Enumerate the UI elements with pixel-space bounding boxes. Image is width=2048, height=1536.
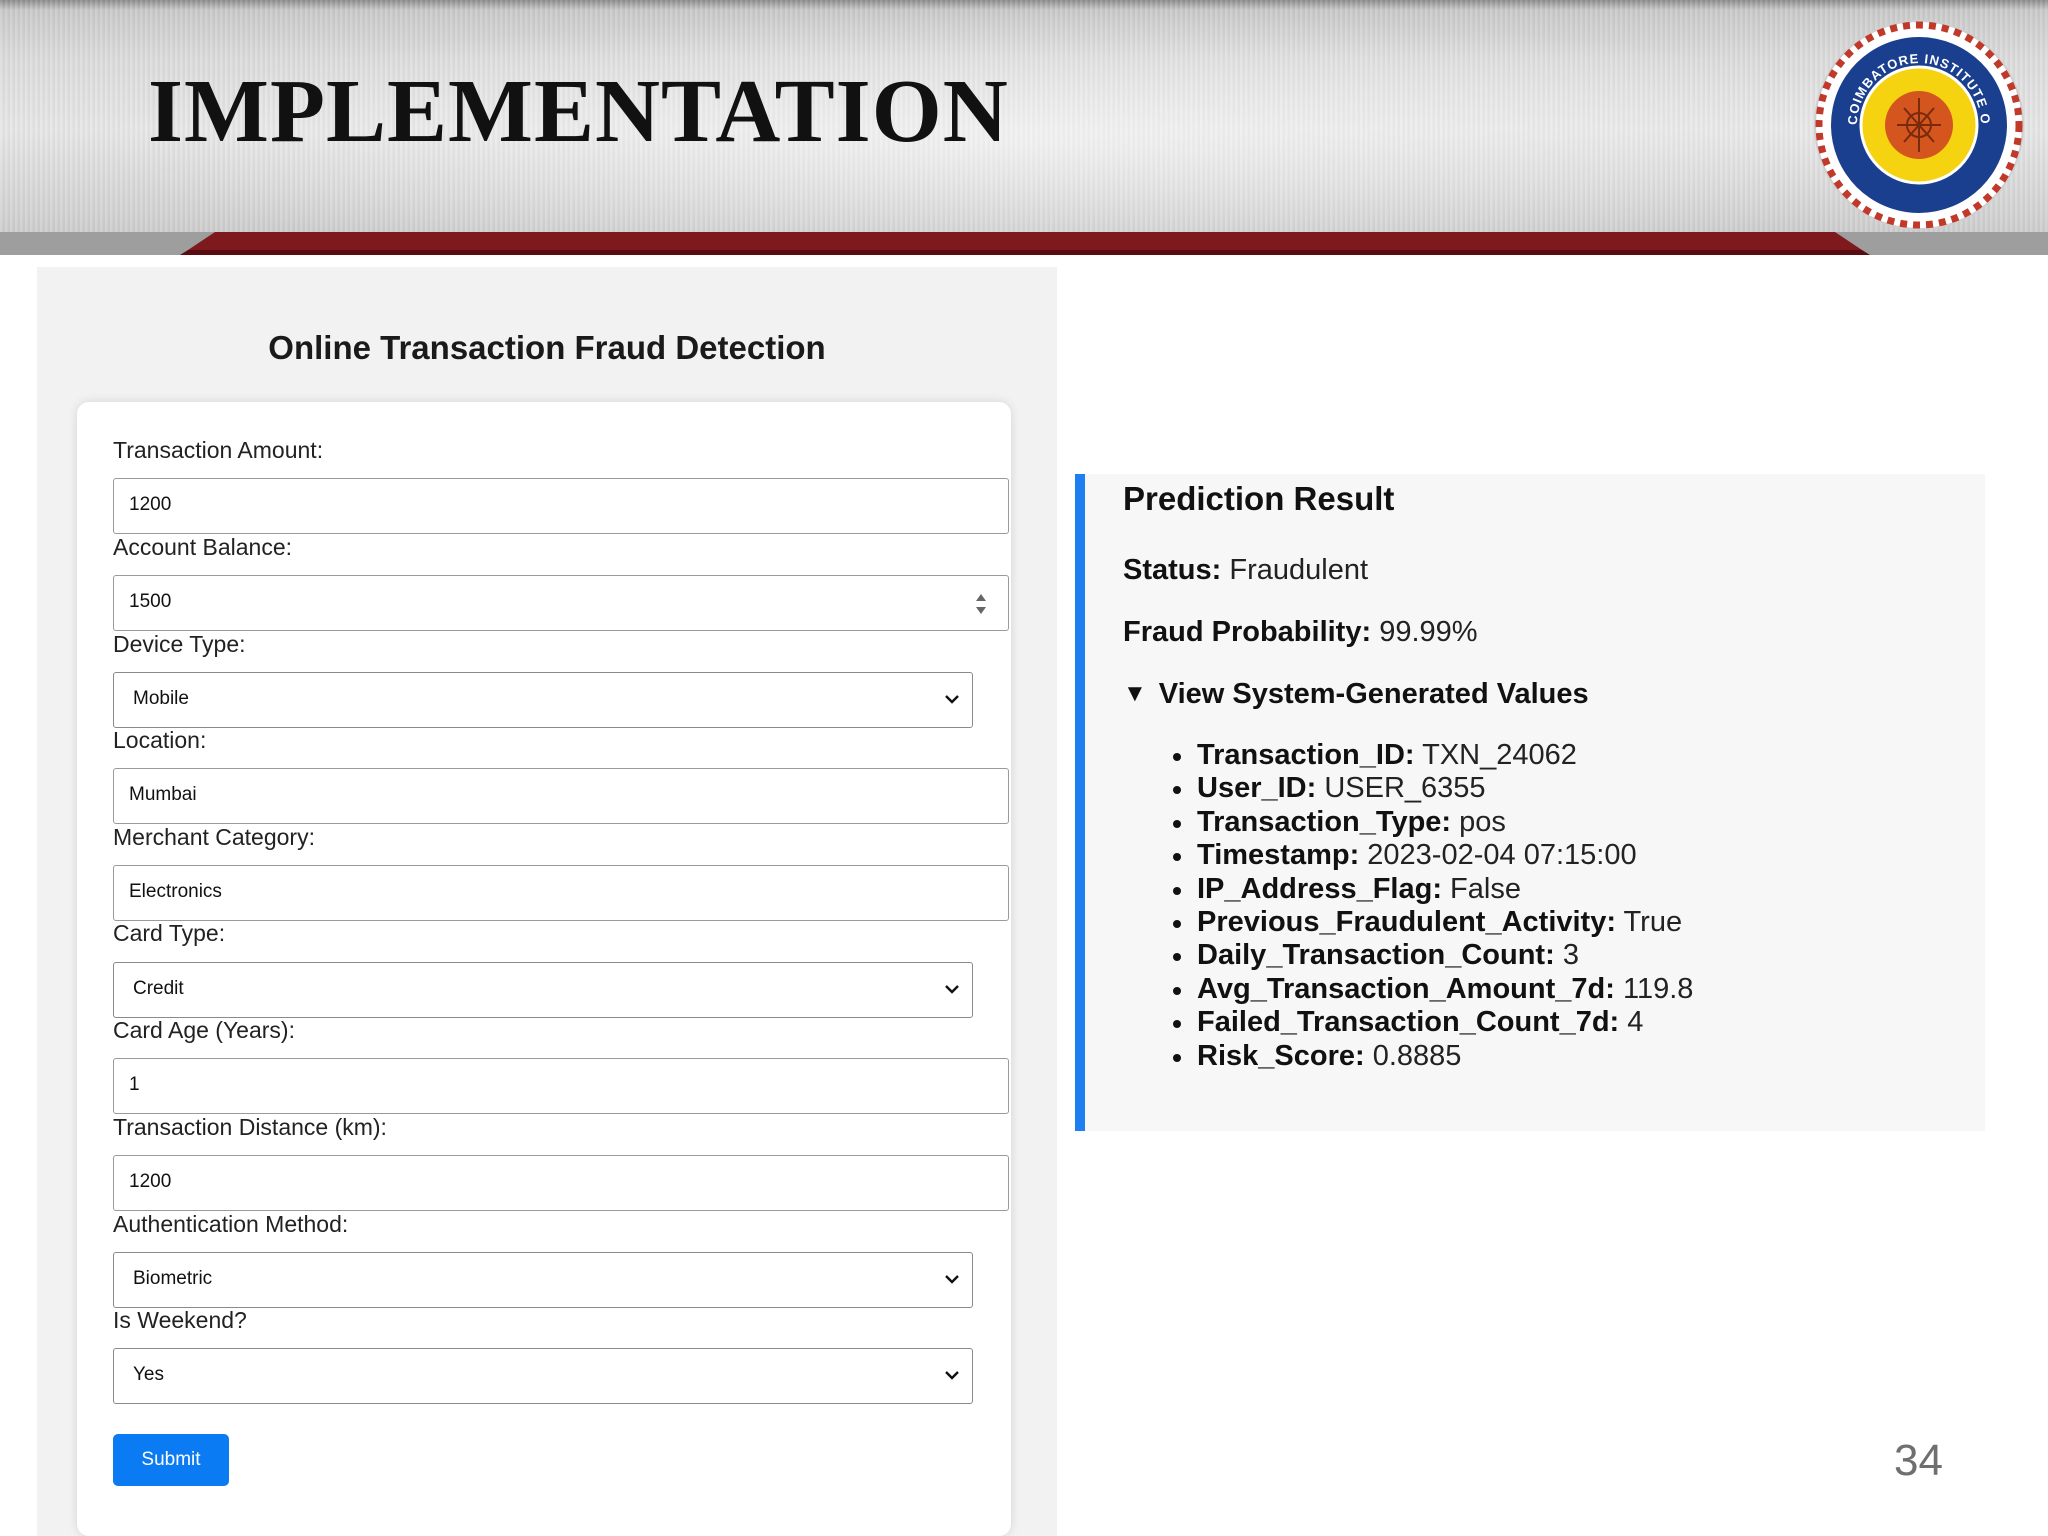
- fraud-probability-label: Fraud Probability:: [1123, 616, 1372, 648]
- chevron-down-icon: [945, 1371, 959, 1380]
- card-age-input[interactable]: 1: [113, 1058, 1009, 1114]
- device-type-select[interactable]: Mobile: [113, 672, 973, 728]
- list-item: Previous_Fraudulent_Activity: True: [1172, 906, 1693, 939]
- transaction-distance-label: Transaction Distance (km):: [113, 1114, 387, 1140]
- authentication-method-select[interactable]: Biometric: [113, 1252, 973, 1308]
- value-key: Avg_Transaction_Amount_7d:: [1197, 972, 1615, 1005]
- authentication-method-label: Authentication Method:: [113, 1211, 349, 1237]
- institute-logo: COIMBATORE INSTITUTE OF TECHNOLOGY: [1806, 6, 2026, 232]
- merchant-category-label: Merchant Category:: [113, 824, 315, 850]
- status-value: Fraudulent: [1229, 554, 1369, 586]
- header-red-band: [0, 232, 2048, 262]
- value-key: Transaction_Type:: [1197, 805, 1452, 838]
- value-text: TXN_24062: [1422, 739, 1577, 771]
- value-text: True: [1623, 906, 1683, 939]
- is-weekend-select[interactable]: Yes: [113, 1348, 973, 1404]
- merchant-category-value: Electronics: [129, 881, 222, 902]
- transaction-amount-input[interactable]: 1200: [113, 478, 1009, 534]
- card-age-label: Card Age (Years):: [113, 1017, 295, 1043]
- value-text: pos: [1459, 805, 1506, 838]
- value-key: Daily_Transaction_Count:: [1197, 939, 1555, 972]
- fraud-probability-row: Fraud Probability: 99.99%: [1123, 616, 1478, 649]
- list-item: Avg_Transaction_Amount_7d: 119.8: [1172, 972, 1694, 1006]
- status-label: Status:: [1123, 554, 1222, 586]
- system-values-summary: View System-Generated Values: [1158, 678, 1589, 710]
- app-title: Online Transaction Fraud Detection: [268, 329, 826, 366]
- value-key: Previous_Fraudulent_Activity:: [1197, 906, 1616, 939]
- location-label: Location:: [113, 727, 207, 753]
- list-item: IP_Address_Flag: False: [1172, 872, 1693, 906]
- value-text: False: [1450, 872, 1521, 905]
- location-value: Mumbai: [129, 784, 197, 805]
- card-age-value: 1: [129, 1074, 140, 1095]
- account-balance-label: Account Balance:: [113, 534, 293, 560]
- page-number: 34: [1894, 1436, 1943, 1485]
- list-item: Risk_Score: 0.8885: [1172, 1039, 1693, 1073]
- device-type-label: Device Type:: [113, 631, 246, 657]
- value-key: Risk_Score:: [1197, 1039, 1365, 1072]
- value-key: Failed_Transaction_Count_7d:: [1197, 1006, 1620, 1039]
- list-item: Daily_Transaction_Count: 3: [1172, 939, 1693, 972]
- transaction-form: Transaction Amount: 1200 Account Balance…: [77, 402, 1011, 1536]
- system-values-list: Transaction_ID: TXN_24062 User_ID: USER_…: [1172, 739, 1694, 1073]
- list-item: Transaction_ID: TXN_24062: [1172, 739, 1693, 772]
- fraud-detection-app: Online Transaction Fraud Detection Trans…: [37, 267, 1057, 1536]
- value-key: Timestamp:: [1197, 839, 1360, 872]
- value-text: USER_6355: [1324, 772, 1486, 805]
- value-key: User_ID:: [1197, 772, 1317, 805]
- prediction-result-panel: Prediction Result Status: Fraudulent Fra…: [1075, 474, 1985, 1131]
- triangle-down-icon: ▼: [1123, 680, 1147, 707]
- list-item: Timestamp: 2023-02-04 07:15:00: [1172, 839, 1693, 872]
- chevron-down-icon: [945, 695, 959, 704]
- value-key: IP_Address_Flag:: [1197, 872, 1442, 905]
- slide-title: IMPLEMENTATION: [148, 62, 1009, 161]
- value-key: Transaction_ID:: [1197, 739, 1415, 771]
- value-text: 3: [1562, 939, 1579, 972]
- chevron-down-icon: [945, 985, 959, 994]
- card-type-value: Credit: [133, 978, 184, 999]
- account-balance-input[interactable]: 1500: [113, 575, 1009, 631]
- card-type-label: Card Type:: [113, 920, 226, 946]
- chevron-down-icon: [945, 1275, 959, 1284]
- list-item: Transaction_Type: pos: [1172, 805, 1693, 839]
- list-item: User_ID: USER_6355: [1172, 772, 1693, 805]
- is-weekend-value: Yes: [133, 1364, 164, 1385]
- fraud-probability-value: 99.99%: [1379, 616, 1478, 648]
- slide-header: IMPLEMENTATION COIMBATORE INSTITUTE OF T…: [0, 0, 2048, 262]
- transaction-amount-value: 1200: [129, 494, 172, 515]
- result-heading: Prediction Result: [1123, 480, 1395, 517]
- account-balance-value: 1500: [129, 591, 172, 612]
- system-values-toggle[interactable]: ▼ View System-Generated Values: [1123, 678, 1589, 711]
- transaction-distance-value: 1200: [129, 1171, 172, 1192]
- value-text: 4: [1627, 1006, 1644, 1039]
- submit-button[interactable]: Submit: [113, 1434, 229, 1486]
- status-row: Status: Fraudulent: [1123, 554, 1368, 587]
- institute-seal-icon: COIMBATORE INSTITUTE OF TECHNOLOGY: [1806, 6, 2024, 230]
- device-type-value: Mobile: [133, 688, 189, 709]
- transaction-distance-input[interactable]: 1200: [113, 1155, 1009, 1211]
- merchant-category-input[interactable]: Electronics: [113, 865, 1009, 921]
- transaction-amount-label: Transaction Amount:: [113, 437, 324, 463]
- value-text: 0.8885: [1372, 1039, 1462, 1072]
- authentication-method-value: Biometric: [133, 1268, 213, 1289]
- is-weekend-label: Is Weekend?: [113, 1307, 247, 1333]
- card-type-select[interactable]: Credit: [113, 962, 973, 1018]
- value-text: 119.8: [1622, 972, 1694, 1005]
- list-item: Failed_Transaction_Count_7d: 4: [1172, 1006, 1693, 1039]
- value-text: 2023-02-04 07:15:00: [1367, 839, 1637, 872]
- location-input[interactable]: Mumbai: [113, 768, 1009, 824]
- number-spinner-icon[interactable]: [974, 590, 988, 618]
